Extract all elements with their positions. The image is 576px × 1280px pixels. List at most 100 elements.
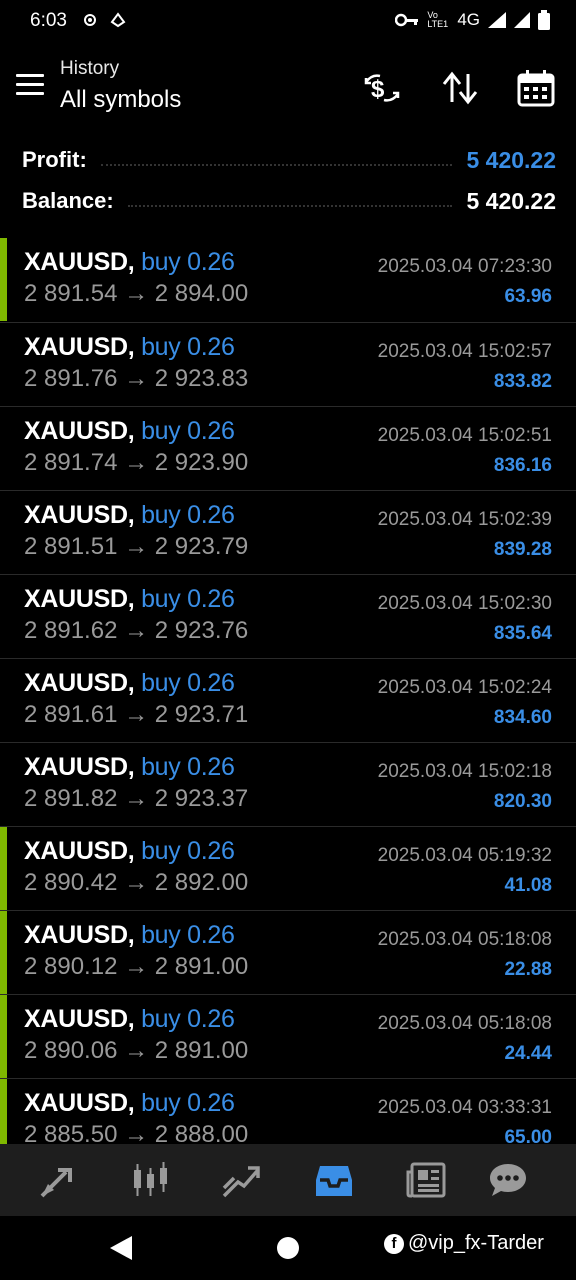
trade-profit: 839.28 bbox=[493, 539, 552, 560]
symbol-name: XAUUSD, bbox=[24, 585, 135, 613]
settings-icon bbox=[84, 14, 96, 26]
symbol-name: XAUUSD, bbox=[24, 248, 135, 276]
trade-symbol: XAUUSD, buy 0.26 bbox=[24, 248, 235, 277]
trade-profit: 41.08 bbox=[504, 875, 552, 896]
trade-symbol: XAUUSD, buy 0.26 bbox=[24, 921, 235, 950]
back-icon[interactable] bbox=[110, 1236, 132, 1260]
calendar-icon[interactable] bbox=[516, 68, 556, 108]
trade-row[interactable]: XAUUSD, buy 0.26 2 891.76 → 2 923.83 202… bbox=[0, 322, 576, 406]
trade-direction: buy 0.26 bbox=[141, 669, 235, 697]
trade-direction: buy 0.26 bbox=[141, 1089, 235, 1117]
balance-label: Balance: bbox=[22, 188, 114, 213]
trade-direction: buy 0.26 bbox=[141, 585, 235, 613]
symbol-name: XAUUSD, bbox=[24, 921, 135, 949]
trade-time: 2025.03.04 05:19:32 bbox=[377, 845, 552, 866]
status-bar: 6:03 Vo LTE1 4G bbox=[0, 0, 576, 44]
app-bar: History All symbols $ bbox=[0, 44, 576, 134]
trade-time: 2025.03.04 15:02:30 bbox=[377, 593, 552, 614]
bottom-navigation bbox=[0, 1144, 576, 1216]
trade-direction: buy 0.26 bbox=[141, 921, 235, 949]
dotted-leader bbox=[100, 164, 453, 166]
trade-time: 2025.03.04 15:02:57 bbox=[377, 341, 552, 362]
trade-direction: buy 0.26 bbox=[141, 753, 235, 781]
profit-indicator-bar bbox=[0, 995, 7, 1078]
balance-row: Balance: 5 420.22 bbox=[22, 181, 556, 221]
trade-symbol: XAUUSD, buy 0.26 bbox=[24, 753, 235, 782]
trade-profit: 63.96 bbox=[504, 286, 552, 307]
page-title[interactable]: All symbols bbox=[60, 86, 181, 114]
trade-profit: 22.88 bbox=[504, 959, 552, 980]
trade-symbol: XAUUSD, buy 0.26 bbox=[24, 417, 235, 446]
trade-direction: buy 0.26 bbox=[141, 417, 235, 445]
trade-direction: buy 0.26 bbox=[141, 501, 235, 529]
symbol-name: XAUUSD, bbox=[24, 669, 135, 697]
trade-prices: 2 891.61 → 2 923.71 bbox=[24, 701, 249, 728]
trade-row[interactable]: XAUUSD, buy 0.26 2 890.42 → 2 892.00 202… bbox=[0, 826, 576, 910]
trade-direction: buy 0.26 bbox=[141, 837, 235, 865]
trade-prices: 2 891.82 → 2 923.37 bbox=[24, 785, 249, 812]
trade-profit: 24.44 bbox=[504, 1043, 552, 1064]
profit-indicator-bar bbox=[0, 911, 7, 994]
trade-direction: buy 0.26 bbox=[141, 248, 235, 276]
battery-icon bbox=[538, 10, 550, 30]
trade-row[interactable]: XAUUSD, buy 0.26 2 890.12 → 2 891.00 202… bbox=[0, 910, 576, 994]
trade-time: 2025.03.04 15:02:18 bbox=[377, 761, 552, 782]
sort-icon[interactable] bbox=[440, 68, 480, 108]
chart-icon[interactable] bbox=[128, 1158, 172, 1202]
trade-row[interactable]: XAUUSD, buy 0.26 2 891.61 → 2 923.71 202… bbox=[0, 658, 576, 742]
trade-time: 2025.03.04 15:02:39 bbox=[377, 509, 552, 530]
signal-icon-2 bbox=[514, 12, 530, 28]
trade-direction: buy 0.26 bbox=[141, 1005, 235, 1033]
vpn-icon bbox=[110, 12, 126, 28]
currency-exchange-icon[interactable]: $ bbox=[362, 68, 402, 108]
quotes-icon[interactable] bbox=[36, 1158, 80, 1202]
trade-time: 2025.03.04 15:02:24 bbox=[377, 677, 552, 698]
trade-symbol: XAUUSD, buy 0.26 bbox=[24, 585, 235, 614]
trade-icon[interactable] bbox=[220, 1158, 264, 1202]
symbol-name: XAUUSD, bbox=[24, 333, 135, 361]
trade-row[interactable]: XAUUSD, buy 0.26 2 891.54 → 2 894.00 202… bbox=[0, 238, 576, 322]
account-summary: Profit: 5 420.22 Balance: 5 420.22 bbox=[0, 134, 576, 238]
trade-row[interactable]: XAUUSD, buy 0.26 2 891.51 → 2 923.79 202… bbox=[0, 490, 576, 574]
trade-row[interactable]: XAUUSD, buy 0.26 2 891.82 → 2 923.37 202… bbox=[0, 742, 576, 826]
home-icon[interactable] bbox=[277, 1237, 299, 1259]
trade-profit: 820.30 bbox=[493, 791, 552, 812]
watermark: f @vip_fx-Tarder bbox=[384, 1232, 544, 1255]
trade-profit: 834.60 bbox=[493, 707, 552, 728]
trade-symbol: XAUUSD, buy 0.26 bbox=[24, 1005, 235, 1034]
network-label: 4G bbox=[457, 10, 480, 29]
trade-prices: 2 891.54 → 2 894.00 bbox=[24, 280, 249, 307]
status-right-icons: Vo LTE1 4G bbox=[395, 10, 550, 30]
trade-row[interactable]: XAUUSD, buy 0.26 2 890.06 → 2 891.00 202… bbox=[0, 994, 576, 1078]
symbol-name: XAUUSD, bbox=[24, 837, 135, 865]
symbol-name: XAUUSD, bbox=[24, 753, 135, 781]
trade-symbol: XAUUSD, buy 0.26 bbox=[24, 501, 235, 530]
news-icon[interactable] bbox=[404, 1158, 448, 1202]
trade-row[interactable]: XAUUSD, buy 0.26 2 891.74 → 2 923.90 202… bbox=[0, 406, 576, 490]
history-icon[interactable] bbox=[312, 1158, 356, 1202]
status-left-icons bbox=[82, 12, 126, 28]
trade-profit: 835.64 bbox=[493, 623, 552, 644]
symbol-name: XAUUSD, bbox=[24, 1089, 135, 1117]
trade-prices: 2 890.12 → 2 891.00 bbox=[24, 953, 249, 980]
profit-indicator-bar bbox=[0, 238, 7, 321]
trade-history-list[interactable]: XAUUSD, buy 0.26 2 891.54 → 2 894.00 202… bbox=[0, 238, 576, 1144]
dotted-leader bbox=[127, 205, 453, 207]
menu-icon[interactable] bbox=[16, 74, 46, 98]
status-time: 6:03 bbox=[30, 10, 67, 31]
trade-prices: 2 890.06 → 2 891.00 bbox=[24, 1037, 249, 1064]
page-subtitle: History bbox=[60, 58, 120, 79]
trade-row[interactable]: XAUUSD, buy 0.26 2 891.62 → 2 923.76 202… bbox=[0, 574, 576, 658]
trade-time: 2025.03.04 05:18:08 bbox=[377, 1013, 552, 1034]
trade-row[interactable]: XAUUSD, buy 0.26 2 885.50 → 2 888.00 202… bbox=[0, 1078, 576, 1144]
profit-indicator-bar bbox=[0, 1079, 7, 1144]
trade-prices: 2 890.42 → 2 892.00 bbox=[24, 869, 249, 896]
chat-icon[interactable] bbox=[486, 1158, 530, 1202]
trade-prices: 2 891.74 → 2 923.90 bbox=[24, 449, 249, 476]
profit-value: 5 420.22 bbox=[466, 146, 556, 173]
key-icon bbox=[395, 13, 419, 27]
trade-symbol: XAUUSD, buy 0.26 bbox=[24, 669, 235, 698]
trade-symbol: XAUUSD, buy 0.26 bbox=[24, 333, 235, 362]
symbol-name: XAUUSD, bbox=[24, 1005, 135, 1033]
balance-value: 5 420.22 bbox=[466, 187, 556, 214]
